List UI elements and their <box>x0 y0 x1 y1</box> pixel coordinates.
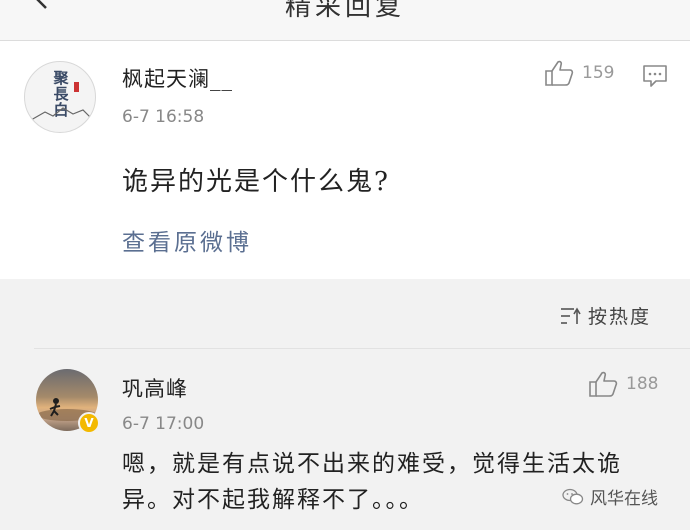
post-username[interactable]: 枫起天澜__ <box>122 63 233 93</box>
thumbs-up-icon <box>545 60 574 86</box>
comment-like-count: 188 <box>626 374 659 394</box>
avatar[interactable]: 聚長白 <box>24 61 96 133</box>
comment-bubble-icon[interactable] <box>642 64 668 88</box>
wechat-icon <box>562 488 584 504</box>
post-like-count: 159 <box>582 63 615 83</box>
post-timestamp: 6-7 16:58 <box>122 107 205 127</box>
comment-username[interactable]: 巩高峰 <box>122 373 188 403</box>
thumbs-up-icon <box>589 371 618 397</box>
post-like-button[interactable]: 159 <box>544 59 614 87</box>
sort-icon <box>561 306 581 324</box>
watermark-text: 风华在线 <box>590 489 658 509</box>
watermark: 风华在线 <box>562 484 658 509</box>
post-content: 诡异的光是个什么鬼? <box>122 167 390 197</box>
view-original-link[interactable]: 查看原微博 <box>122 223 252 257</box>
verified-badge: V <box>78 412 100 434</box>
avatar-mountain-graphic <box>30 82 92 121</box>
top-nav-bar: 精采回复 <box>0 0 690 41</box>
sort-label: 按热度 <box>588 306 652 328</box>
page-title: 精采回复 <box>284 0 405 22</box>
divider <box>34 348 690 349</box>
comment-timestamp: 6-7 17:00 <box>122 414 205 434</box>
sort-by-hot-button[interactable]: 按热度 <box>560 302 651 329</box>
original-post: 聚長白 枫起天澜__ 6-7 16:58 159 诡异的光是个什么鬼? 查看原微… <box>0 41 690 279</box>
comment-like-button[interactable]: 188 <box>588 370 658 398</box>
